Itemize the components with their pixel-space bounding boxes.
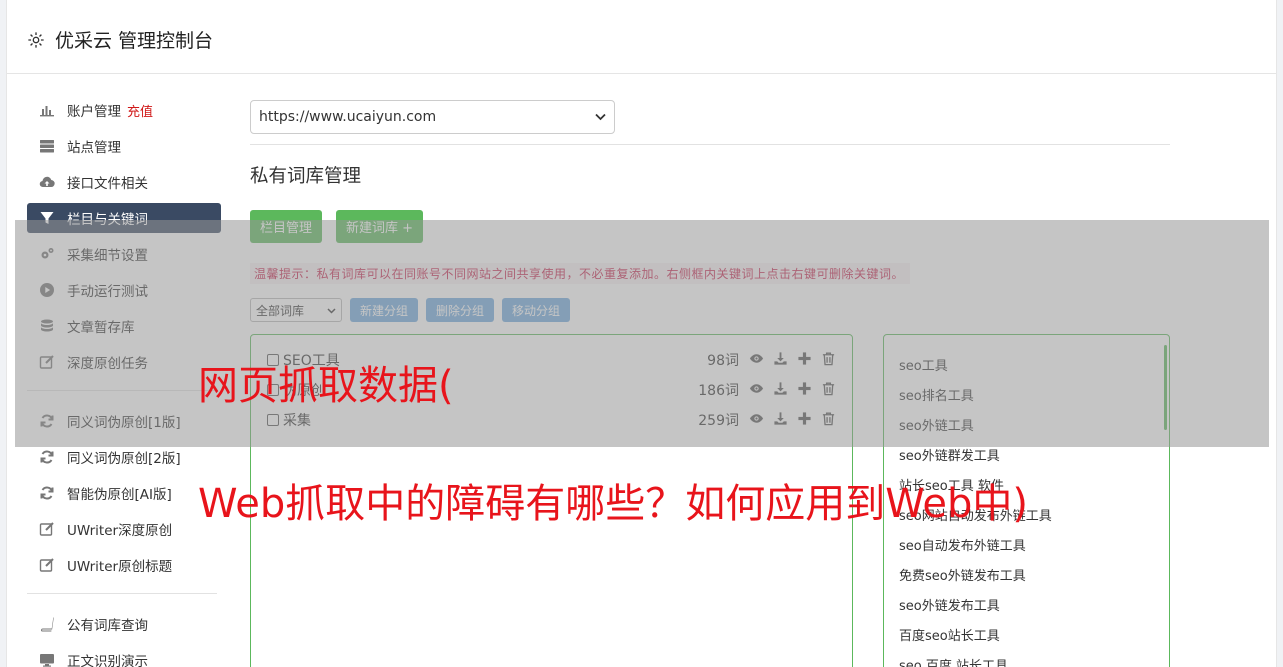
sidebar-item-label: 站点管理 <box>67 140 121 156</box>
recharge-link[interactable]: 充值 <box>127 101 153 120</box>
new-group-button[interactable]: 新建分组 <box>350 298 419 322</box>
sidebar-item-sites[interactable]: 站点管理 <box>27 128 217 164</box>
cloud-upload-icon <box>39 174 55 190</box>
sidebar-item-label: 手动运行测试 <box>67 284 148 300</box>
group-toolbar: 全部词库 新建分组 删除分组 移动分组 <box>250 298 1170 322</box>
sidebar-item-label: 智能伪原创[AI版] <box>67 487 172 503</box>
app-frame: 优采云 管理控制台 账户管理 充值 站点管理 接口文件相关 栏目与关键词 采集细… <box>6 0 1277 667</box>
filter-icon <box>39 210 55 226</box>
plus-icon[interactable] <box>797 351 812 370</box>
lexicon-checkbox[interactable] <box>267 414 279 426</box>
group-select[interactable]: 全部词库 <box>250 298 342 322</box>
button-row: 栏目管理 新建词库 + <box>250 210 1170 243</box>
sidebar-item-deep-original[interactable]: 深度原创任务 <box>27 344 217 380</box>
chevron-down-icon <box>327 303 336 317</box>
trash-icon[interactable] <box>821 381 836 400</box>
sidebar-item-label: 正文识别演示 <box>67 654 148 667</box>
sidebar: 账户管理 充值 站点管理 接口文件相关 栏目与关键词 采集细节设置 手动运行测试… <box>27 92 221 667</box>
chevron-down-icon <box>595 110 606 124</box>
lexicon-row[interactable]: 采集 259词 <box>267 405 836 435</box>
page-title: 优采云 管理控制台 <box>55 30 214 52</box>
sidebar-item-article-store[interactable]: 文章暂存库 <box>27 308 217 344</box>
section-title: 私有词库管理 <box>250 166 362 187</box>
lexicon-count: 259词 <box>698 413 739 429</box>
keyword-item[interactable]: seo外链工具 <box>899 409 1154 439</box>
move-group-button[interactable]: 移动分组 <box>502 298 571 322</box>
gears-icon <box>39 246 55 262</box>
sidebar-divider <box>27 390 217 391</box>
sidebar-item-manual-test[interactable]: 手动运行测试 <box>27 272 217 308</box>
delete-group-button[interactable]: 删除分组 <box>426 298 495 322</box>
scrollbar-thumb[interactable] <box>1164 345 1167 430</box>
sidebar-item-synonym-v1[interactable]: 同义词伪原创[1版] <box>27 403 217 439</box>
overlay-headline-line2: Web抓取中的障碍有哪些？如何应用到Web中) <box>198 481 1029 527</box>
sidebar-item-uwriter-title[interactable]: UWriter原创标题 <box>27 547 217 583</box>
sidebar-item-label: 深度原创任务 <box>67 356 148 372</box>
sidebar-item-ai-rewrite[interactable]: 智能伪原创[AI版] <box>27 475 217 511</box>
sidebar-item-synonym-v2[interactable]: 同义词伪原创[2版] <box>27 439 217 475</box>
keyword-item[interactable]: seo外链群发工具 <box>899 439 1154 469</box>
server-icon <box>39 138 55 154</box>
book-icon <box>39 616 55 632</box>
play-circle-icon <box>39 282 55 298</box>
keyword-item[interactable]: seo工具 <box>899 349 1154 379</box>
download-icon[interactable] <box>773 411 788 430</box>
overlay-headline-line1: 网页抓取数据( <box>198 363 454 409</box>
divider <box>250 144 1170 145</box>
site-select-value: https://www.ucaiyun.com <box>259 109 437 125</box>
keyword-item[interactable]: 百度seo站长工具 <box>899 619 1154 649</box>
database-icon <box>39 318 55 334</box>
trash-icon[interactable] <box>821 411 836 430</box>
keyword-item[interactable]: seo自动发布外链工具 <box>899 529 1154 559</box>
lexicon-count: 186词 <box>698 383 739 399</box>
bar-chart-icon <box>39 102 55 118</box>
download-icon[interactable] <box>773 351 788 370</box>
edit-icon <box>39 521 55 537</box>
sidebar-item-label: 同义词伪原创[2版] <box>67 451 181 467</box>
sidebar-item-label: UWriter深度原创 <box>67 523 173 539</box>
refresh-icon <box>39 449 55 465</box>
eye-icon[interactable] <box>749 381 764 400</box>
sidebar-item-collect-settings[interactable]: 采集细节设置 <box>27 236 217 272</box>
top-bar: 优采云 管理控制台 <box>7 6 1276 74</box>
sidebar-item-label: 文章暂存库 <box>67 320 135 336</box>
sidebar-item-label: 公有词库查询 <box>67 618 148 634</box>
sidebar-item-label: 同义词伪原创[1版] <box>67 415 181 431</box>
keyword-item[interactable]: seo外链发布工具 <box>899 589 1154 619</box>
site-select[interactable]: https://www.ucaiyun.com <box>250 100 615 134</box>
sidebar-item-label: 栏目与关键词 <box>67 212 148 228</box>
sidebar-item-public-lexicon[interactable]: 公有词库查询 <box>27 606 217 642</box>
plus-icon[interactable] <box>797 381 812 400</box>
column-manage-button[interactable]: 栏目管理 <box>250 210 323 243</box>
group-select-value: 全部词库 <box>256 303 305 318</box>
lexicon-name: 采集 <box>283 413 311 429</box>
trash-icon[interactable] <box>821 351 836 370</box>
eye-icon[interactable] <box>749 411 764 430</box>
new-lexicon-button[interactable]: 新建词库 + <box>336 210 424 243</box>
eye-icon[interactable] <box>749 351 764 370</box>
refresh-icon <box>39 485 55 501</box>
sidebar-divider <box>27 593 217 594</box>
sidebar-item-account[interactable]: 账户管理 充值 <box>27 92 217 128</box>
gear-icon <box>27 31 45 49</box>
sidebar-item-uwriter-deep[interactable]: UWriter深度原创 <box>27 511 217 547</box>
sidebar-item-label: UWriter原创标题 <box>67 559 173 575</box>
keyword-item[interactable]: 免费seo外链发布工具 <box>899 559 1154 589</box>
lexicon-count: 98词 <box>707 353 739 369</box>
sidebar-item-label: 采集细节设置 <box>67 248 148 264</box>
tip-text: 温馨提示：私有词库可以在同账号不同网站之间共享使用，不必重复添加。右侧框内关键词… <box>250 263 911 284</box>
edit-icon <box>39 557 55 573</box>
keyword-item[interactable]: seo 百度 站长工具 <box>899 649 1154 667</box>
sidebar-item-content-recognition[interactable]: 正文识别演示 <box>27 642 217 667</box>
monitor-icon <box>39 652 55 667</box>
plus-icon[interactable] <box>797 411 812 430</box>
sidebar-item-columns-keywords[interactable]: 栏目与关键词 <box>27 203 221 233</box>
sidebar-item-label: 账户管理 <box>67 104 121 120</box>
keyword-item[interactable]: seo排名工具 <box>899 379 1154 409</box>
edit-icon <box>39 354 55 370</box>
sidebar-item-label: 接口文件相关 <box>67 176 148 192</box>
sidebar-item-api-files[interactable]: 接口文件相关 <box>27 164 217 200</box>
download-icon[interactable] <box>773 381 788 400</box>
refresh-icon <box>39 413 55 429</box>
